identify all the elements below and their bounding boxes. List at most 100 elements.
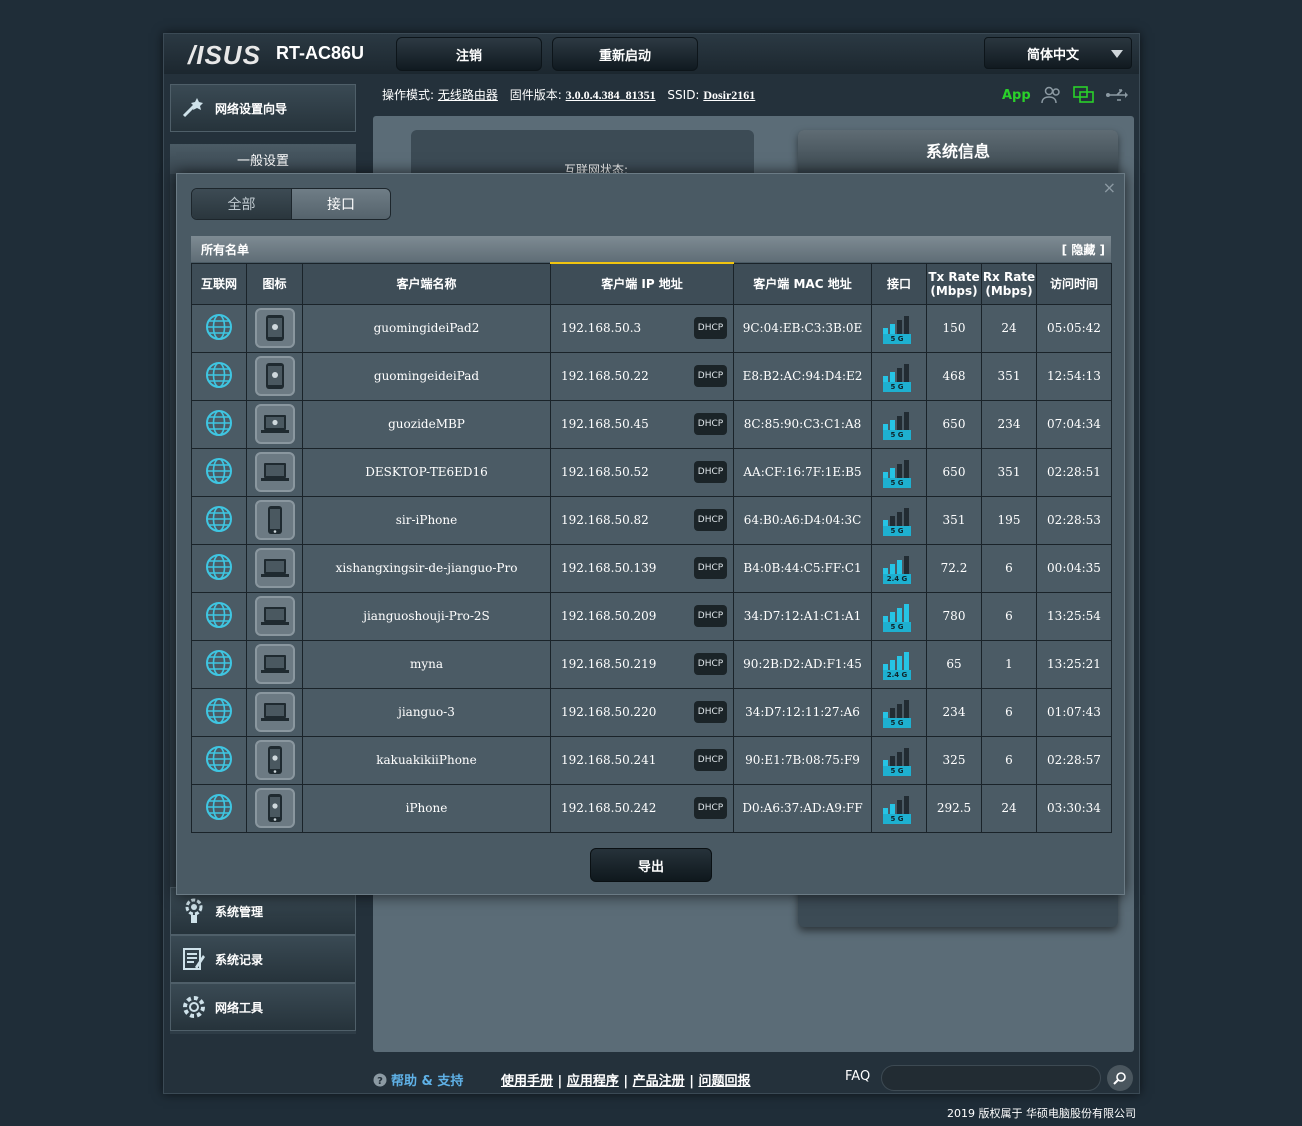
tab-all[interactable]: 全部 [192, 189, 291, 219]
iphone-device-icon[interactable] [254, 740, 295, 780]
table-row[interactable]: kakuakikiiPhone 192.168.50.241 DHCP 90:E1:7… [191, 735, 1112, 785]
band-label: 5 G [883, 718, 911, 728]
tablet-device-icon[interactable] [254, 308, 295, 348]
table-row[interactable]: xishangxingsir-de-jianguo-Pro 192.168.50.… [191, 543, 1112, 593]
table-row[interactable]: jianguo-3 192.168.50.220 DHCP 34:D7:12:11:2… [191, 687, 1112, 737]
mode-link[interactable]: 无线路由器 [438, 88, 498, 102]
tablet-device-icon[interactable] [254, 356, 295, 396]
col-access-time[interactable]: 访问时间 [1036, 262, 1112, 305]
globe-icon[interactable] [204, 409, 234, 441]
ssid-link[interactable]: Dosir2161 [703, 88, 755, 102]
sidebar-item-log[interactable]: 系统记录 [170, 935, 356, 983]
language-select[interactable]: 简体中文 [984, 37, 1132, 69]
col-tx-rate[interactable]: Tx Rate (Mbps) [926, 262, 982, 305]
client-name[interactable]: jianguo-3 [302, 687, 551, 737]
table-row[interactable]: guomingideiPad2 192.168.50.3 DHCP 9C:04:EB:… [191, 303, 1112, 353]
internet-cell [191, 687, 247, 737]
client-ip-cell: 192.168.50.52 DHCP [550, 447, 734, 497]
col-rx-rate[interactable]: Rx Rate (Mbps) [981, 262, 1037, 305]
close-icon[interactable]: × [1103, 178, 1116, 197]
faq-search-input[interactable] [881, 1065, 1101, 1091]
band-label: 5 G [883, 334, 911, 344]
col-internet[interactable]: 互联网 [191, 262, 247, 305]
phone-device-icon[interactable] [254, 500, 295, 540]
globe-icon[interactable] [204, 313, 234, 345]
interface-cell: 5 G [871, 783, 927, 833]
globe-icon[interactable] [204, 649, 234, 681]
globe-icon[interactable] [204, 361, 234, 393]
tx-rate: 780 [926, 591, 982, 641]
client-name[interactable]: DESKTOP-TE6ED16 [302, 447, 551, 497]
col-client-name[interactable]: 客户端名称 [302, 262, 551, 305]
globe-icon[interactable] [204, 793, 234, 825]
globe-icon[interactable] [204, 697, 234, 729]
wifi-signal-icon: 2.4 G [883, 648, 915, 680]
tab-interface[interactable]: 接口 [291, 189, 390, 219]
dhcp-badge: DHCP [694, 508, 727, 531]
network-wizard-button[interactable]: 网络设置向导 [170, 84, 356, 132]
users-icon[interactable] [1040, 86, 1063, 104]
laptop-device-icon[interactable] [254, 548, 295, 588]
sidebar-item-label: 系统记录 [215, 952, 264, 967]
client-name[interactable]: guozideMBP [302, 399, 551, 449]
logout-button[interactable]: 注销 [396, 37, 542, 71]
table-row[interactable]: DESKTOP-TE6ED16 192.168.50.52 DHCP AA:CF:16… [191, 447, 1112, 497]
feedback-link[interactable]: 问题回报 [698, 1074, 750, 1089]
laptop-device-icon[interactable] [254, 644, 295, 684]
table-row[interactable]: myna 192.168.50.219 DHCP 90:2B:D2:AD:F1:45 2… [191, 639, 1112, 689]
device-cell [246, 447, 303, 497]
table-row[interactable]: guomingeideiPad 192.168.50.22 DHCP E8:B2:AC… [191, 351, 1112, 401]
macbook-device-icon[interactable] [254, 404, 295, 444]
network-clients-icon[interactable] [1072, 86, 1095, 104]
firmware-link[interactable]: 3.0.0.4.384_81351 [566, 88, 656, 102]
register-link[interactable]: 产品注册 [633, 1074, 685, 1089]
status-bar: 操作模式: 无线路由器 固件版本: 3.0.0.4.384_81351 SSID… [382, 86, 763, 103]
internet-cell [191, 495, 247, 545]
client-table: 互联网 图标 客户端名称 客户端 IP 地址 客户端 MAC 地址 接口 Tx … [191, 262, 1112, 833]
client-name[interactable]: sir-iPhone [302, 495, 551, 545]
client-name[interactable]: kakuakikiiPhone [302, 735, 551, 785]
help-support-link[interactable]: ? 帮助 & 支持 [373, 1070, 463, 1089]
globe-icon[interactable] [204, 601, 234, 633]
table-row[interactable]: jianguoshouji-Pro-2S 192.168.50.209 DHCP 34… [191, 591, 1112, 641]
col-icon[interactable]: 图标 [246, 262, 303, 305]
usb-icon[interactable] [1105, 87, 1129, 103]
globe-icon[interactable] [204, 553, 234, 585]
reboot-button[interactable]: 重新启动 [552, 37, 698, 71]
access-time: 12:54:13 [1036, 351, 1112, 401]
log-icon [179, 944, 209, 974]
internet-cell [191, 351, 247, 401]
faq-search-button[interactable] [1107, 1065, 1133, 1091]
export-button[interactable]: 导出 [590, 848, 712, 882]
signal-bar [890, 516, 895, 526]
col-interface[interactable]: 接口 [871, 262, 927, 305]
iphone-device-icon[interactable] [254, 788, 295, 828]
sidebar-item-tools[interactable]: 网络工具 [170, 983, 356, 1031]
dhcp-badge: DHCP [694, 604, 727, 627]
client-name[interactable]: guomingeideiPad [302, 351, 551, 401]
client-name[interactable]: myna [302, 639, 551, 689]
col-client-mac[interactable]: 客户端 MAC 地址 [733, 262, 872, 305]
hide-list-button[interactable]: [ 隐藏 ] [1062, 241, 1105, 258]
device-cell [246, 783, 303, 833]
laptop-device-icon[interactable] [254, 596, 295, 636]
access-time: 07:04:34 [1036, 399, 1112, 449]
access-time: 02:28:57 [1036, 735, 1112, 785]
laptop-device-icon[interactable] [254, 692, 295, 732]
manual-link[interactable]: 使用手册 [501, 1074, 553, 1089]
table-row[interactable]: sir-iPhone 192.168.50.82 DHCP 64:B0:A6:D4:0… [191, 495, 1112, 545]
app-link[interactable]: App [1002, 88, 1031, 103]
client-name[interactable]: jianguoshouji-Pro-2S [302, 591, 551, 641]
table-row[interactable]: guozideMBP 192.168.50.45 DHCP 8C:85:90:C3:C… [191, 399, 1112, 449]
client-name[interactable]: iPhone [302, 783, 551, 833]
apps-link[interactable]: 应用程序 [567, 1074, 619, 1089]
globe-icon[interactable] [204, 457, 234, 489]
table-row[interactable]: iPhone 192.168.50.242 DHCP D0:A6:37:AD:A9:F… [191, 783, 1112, 833]
client-name[interactable]: xishangxingsir-de-jianguo-Pro [302, 543, 551, 593]
col-client-ip[interactable]: 客户端 IP 地址 [550, 262, 734, 305]
client-name[interactable]: guomingideiPad2 [302, 303, 551, 353]
globe-icon[interactable] [204, 745, 234, 777]
laptop-device-icon[interactable] [254, 452, 295, 492]
client-ip-cell: 192.168.50.82 DHCP [550, 495, 734, 545]
globe-icon[interactable] [204, 505, 234, 537]
